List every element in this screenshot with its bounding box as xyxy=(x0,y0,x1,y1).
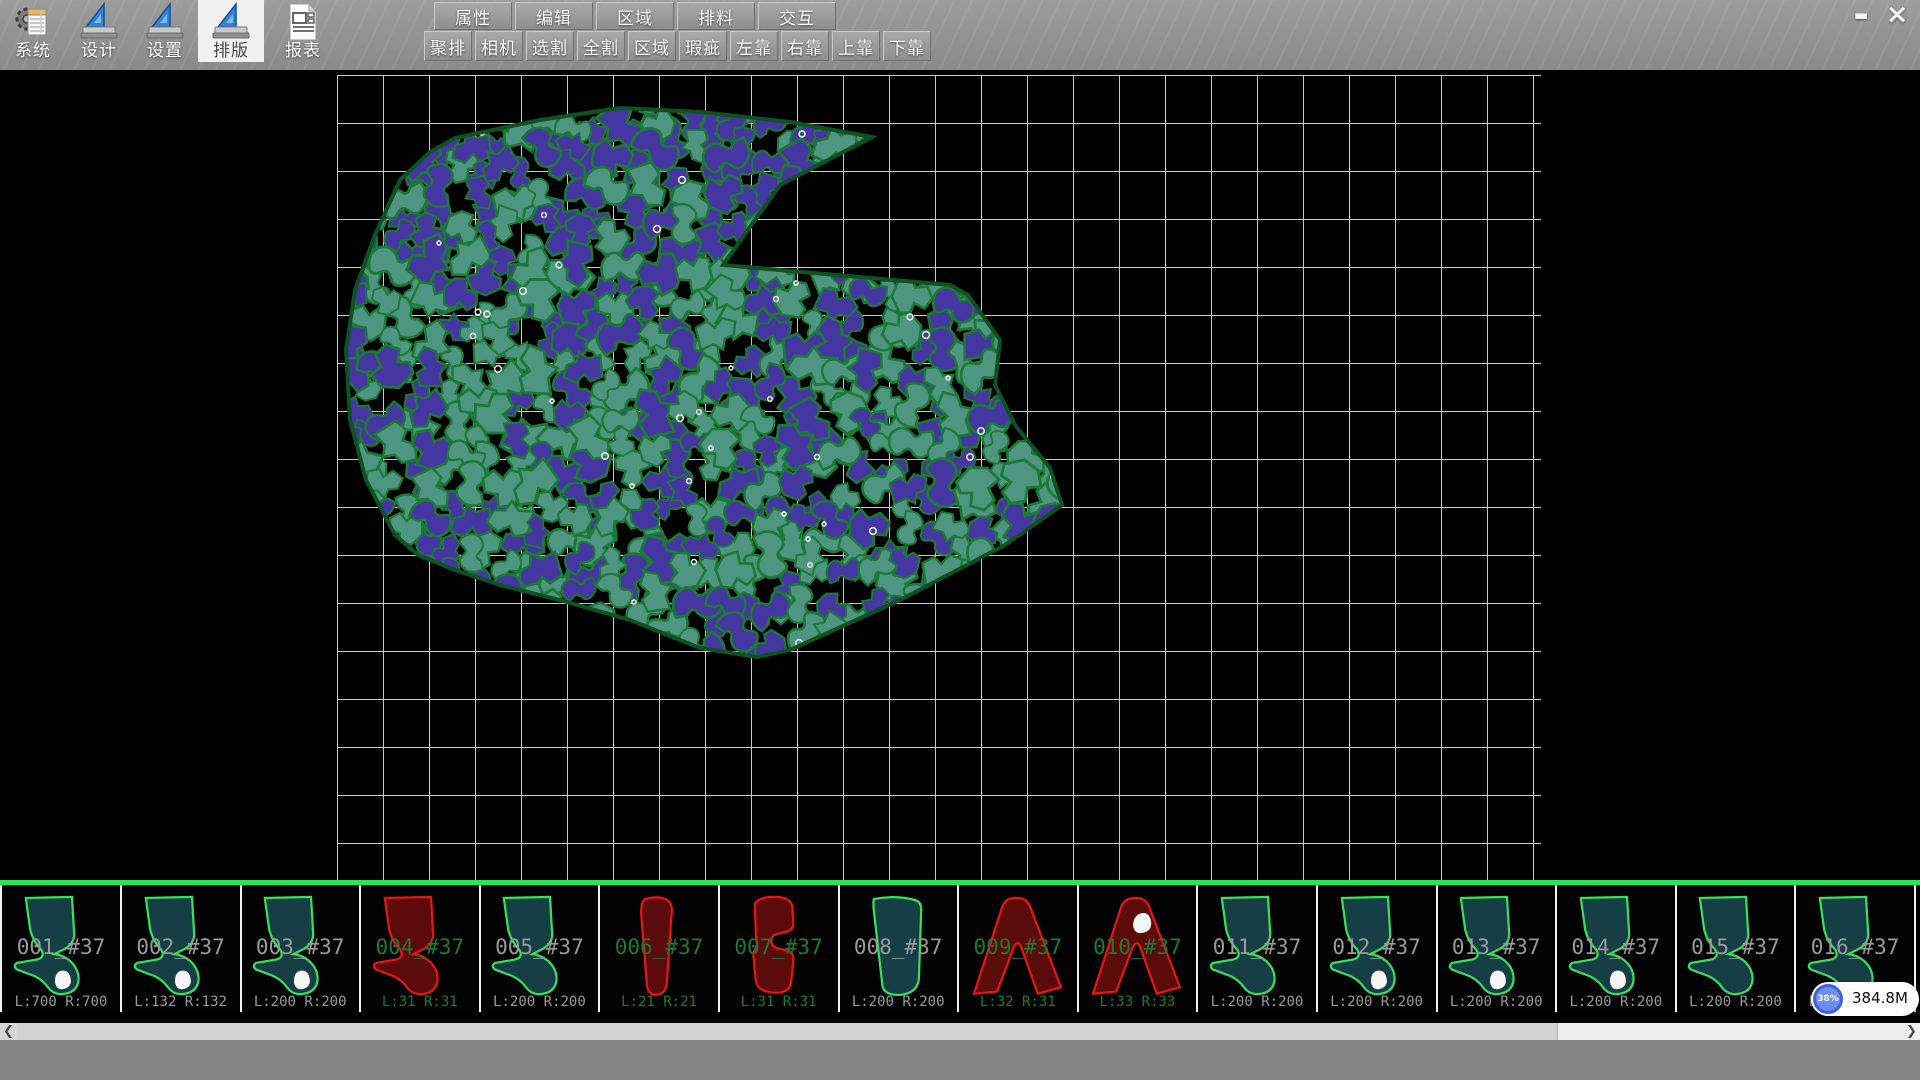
thumbnail-011_#37[interactable]: 011_#37 L:200 R:200 xyxy=(1198,885,1318,1012)
piece-name-label: 007_#37 xyxy=(720,935,838,959)
piece-name-label: 001_#37 xyxy=(2,935,120,959)
menu-排料[interactable]: 排料 xyxy=(677,2,755,30)
usage-percent-label: 38% xyxy=(1817,994,1839,1004)
piece-count-label: L:200 R:200 xyxy=(1198,994,1316,1010)
tool-区域[interactable]: 区域 xyxy=(628,31,676,61)
tool-相机[interactable]: 相机 xyxy=(475,31,523,61)
minimize-button[interactable]: ▬ xyxy=(1846,2,1876,28)
piece-count-label: L:32 R:31 xyxy=(959,994,1077,1010)
piece-count-label: L:200 R:200 xyxy=(1318,994,1436,1010)
thumbnail-008_#37[interactable]: 008_#37 L:200 R:200 xyxy=(839,885,959,1012)
piece-name-label: 002_#37 xyxy=(122,935,240,959)
thumbnail-012_#37[interactable]: 012_#37 L:200 R:200 xyxy=(1318,885,1438,1012)
memory-size-label: 384.8M xyxy=(1852,989,1908,1007)
main-button-bar: 系统设计设置排版报表 xyxy=(0,0,336,62)
menu-属性[interactable]: 属性 xyxy=(434,2,512,30)
piece-name-label: 013_#37 xyxy=(1437,935,1555,959)
scroll-left-button[interactable]: ❮ xyxy=(0,1023,17,1040)
piece-count-label: L:33 R:33 xyxy=(1078,994,1196,1010)
piece-name-label: 005_#37 xyxy=(480,935,598,959)
scroll-right-button[interactable]: ❯ xyxy=(1903,1023,1920,1040)
piece-count-label: L:21 R:21 xyxy=(600,994,718,1010)
thumbnail-003_#37[interactable]: 003_#37 L:200 R:200 xyxy=(241,885,361,1012)
piece-name-label: 016_#37 xyxy=(1796,935,1914,959)
main-button-设计[interactable]: 设计 xyxy=(66,0,132,62)
close-button[interactable]: × xyxy=(1882,2,1912,28)
piece-name-label: 012_#37 xyxy=(1318,935,1436,959)
main-button-报表[interactable]: 报表 xyxy=(270,0,336,62)
piece-count-label: L:200 R:200 xyxy=(480,994,598,1010)
piece-count-label: L:200 R:200 xyxy=(1437,994,1555,1010)
nesting-canvas[interactable] xyxy=(0,70,1920,880)
thumbnail-009_#37[interactable]: 009_#37 L:32 R:31 xyxy=(959,885,1079,1012)
main-button-label: 系统 xyxy=(0,36,66,61)
main-toolbar: 系统设计设置排版报表 属性编辑区域排料交互 聚排相机选割全割区域瑕疵左靠右靠上靠… xyxy=(0,0,1920,70)
piece-name-label: 003_#37 xyxy=(241,935,359,959)
main-button-label: 设计 xyxy=(66,36,132,61)
piece-name-label: 006_#37 xyxy=(600,935,718,959)
tool-选割[interactable]: 选割 xyxy=(526,31,574,61)
tool-聚排[interactable]: 聚排 xyxy=(424,31,472,61)
thumbnail-010_#37[interactable]: 010_#37 L:33 R:33 xyxy=(1078,885,1198,1012)
piece-name-label: 011_#37 xyxy=(1198,935,1316,959)
main-button-排版[interactable]: 排版 xyxy=(198,0,264,62)
thumbnail-013_#37[interactable]: 013_#37 L:200 R:200 xyxy=(1437,885,1557,1012)
piece-count-label: L:200 R:200 xyxy=(1676,994,1794,1010)
piece-name-label: 015_#37 xyxy=(1676,935,1794,959)
thumbnail-002_#37[interactable]: 002_#37 L:132 R:132 xyxy=(122,885,242,1012)
main-button-label: 报表 xyxy=(270,36,336,61)
main-button-设置[interactable]: 设置 xyxy=(132,0,198,62)
tool-左靠[interactable]: 左靠 xyxy=(730,31,778,61)
thumbnail-015_#37[interactable]: 015_#37 L:200 R:200 xyxy=(1676,885,1796,1012)
tool-全割[interactable]: 全割 xyxy=(577,31,625,61)
piece-count-label: L:200 R:200 xyxy=(1557,994,1675,1010)
window-controls: ▬× xyxy=(1846,2,1912,28)
usage-percent-indicator: 38% xyxy=(1813,984,1843,1014)
piece-name-label: 009_#37 xyxy=(959,935,1077,959)
menu-编辑[interactable]: 编辑 xyxy=(515,2,593,30)
piece-name-label: 004_#37 xyxy=(361,935,479,959)
scrollbar-thumb[interactable] xyxy=(17,1023,1558,1040)
piece-count-label: L:31 R:31 xyxy=(720,994,838,1010)
menu-交互[interactable]: 交互 xyxy=(758,2,836,30)
nested-hide-layout xyxy=(0,70,1920,880)
thumbnail-004_#37[interactable]: 004_#37 L:31 R:31 xyxy=(361,885,481,1012)
main-button-label: 排版 xyxy=(198,36,264,61)
thumbnail-007_#37[interactable]: 007_#37 L:31 R:31 xyxy=(720,885,840,1012)
piece-name-label: 008_#37 xyxy=(839,935,957,959)
tool-上靠[interactable]: 上靠 xyxy=(832,31,880,61)
piece-count-label: L:700 R:700 xyxy=(2,994,120,1010)
thumbnail-014_#37[interactable]: 014_#37 L:200 R:200 xyxy=(1557,885,1677,1012)
menu-区域[interactable]: 区域 xyxy=(596,2,674,30)
tool-右靠[interactable]: 右靠 xyxy=(781,31,829,61)
piece-name-label: 010_#37 xyxy=(1078,935,1196,959)
thumbnail-005_#37[interactable]: 005_#37 L:200 R:200 xyxy=(480,885,600,1012)
piece-name-label: 014_#37 xyxy=(1557,935,1675,959)
thumbnail-scrollbar[interactable]: ❮ ❯ xyxy=(0,1023,1920,1040)
thumbnail-006_#37[interactable]: 006_#37 L:21 R:21 xyxy=(600,885,720,1012)
window-bottom-bar xyxy=(0,1040,1920,1080)
main-button-系统[interactable]: 系统 xyxy=(0,0,66,62)
main-button-label: 设置 xyxy=(132,36,198,61)
memory-usage-badge: 38% 384.8M xyxy=(1811,982,1919,1016)
piece-count-label: L:200 R:200 xyxy=(241,994,359,1010)
thumbnail-001_#37[interactable]: 001_#37 L:700 R:700 xyxy=(2,885,122,1012)
pieces-thumbnail-strip: 001_#37L:700 R:700002_#37L:132 R:132003_… xyxy=(0,885,1920,1012)
tool-下靠[interactable]: 下靠 xyxy=(883,31,931,61)
piece-count-label: L:132 R:132 xyxy=(122,994,240,1010)
menu-bar: 属性编辑区域排料交互 xyxy=(434,2,836,30)
tool-button-bar: 聚排相机选割全割区域瑕疵左靠右靠上靠下靠 xyxy=(424,31,931,61)
piece-count-label: L:31 R:31 xyxy=(361,994,479,1010)
piece-count-label: L:200 R:200 xyxy=(839,994,957,1010)
tool-瑕疵[interactable]: 瑕疵 xyxy=(679,31,727,61)
